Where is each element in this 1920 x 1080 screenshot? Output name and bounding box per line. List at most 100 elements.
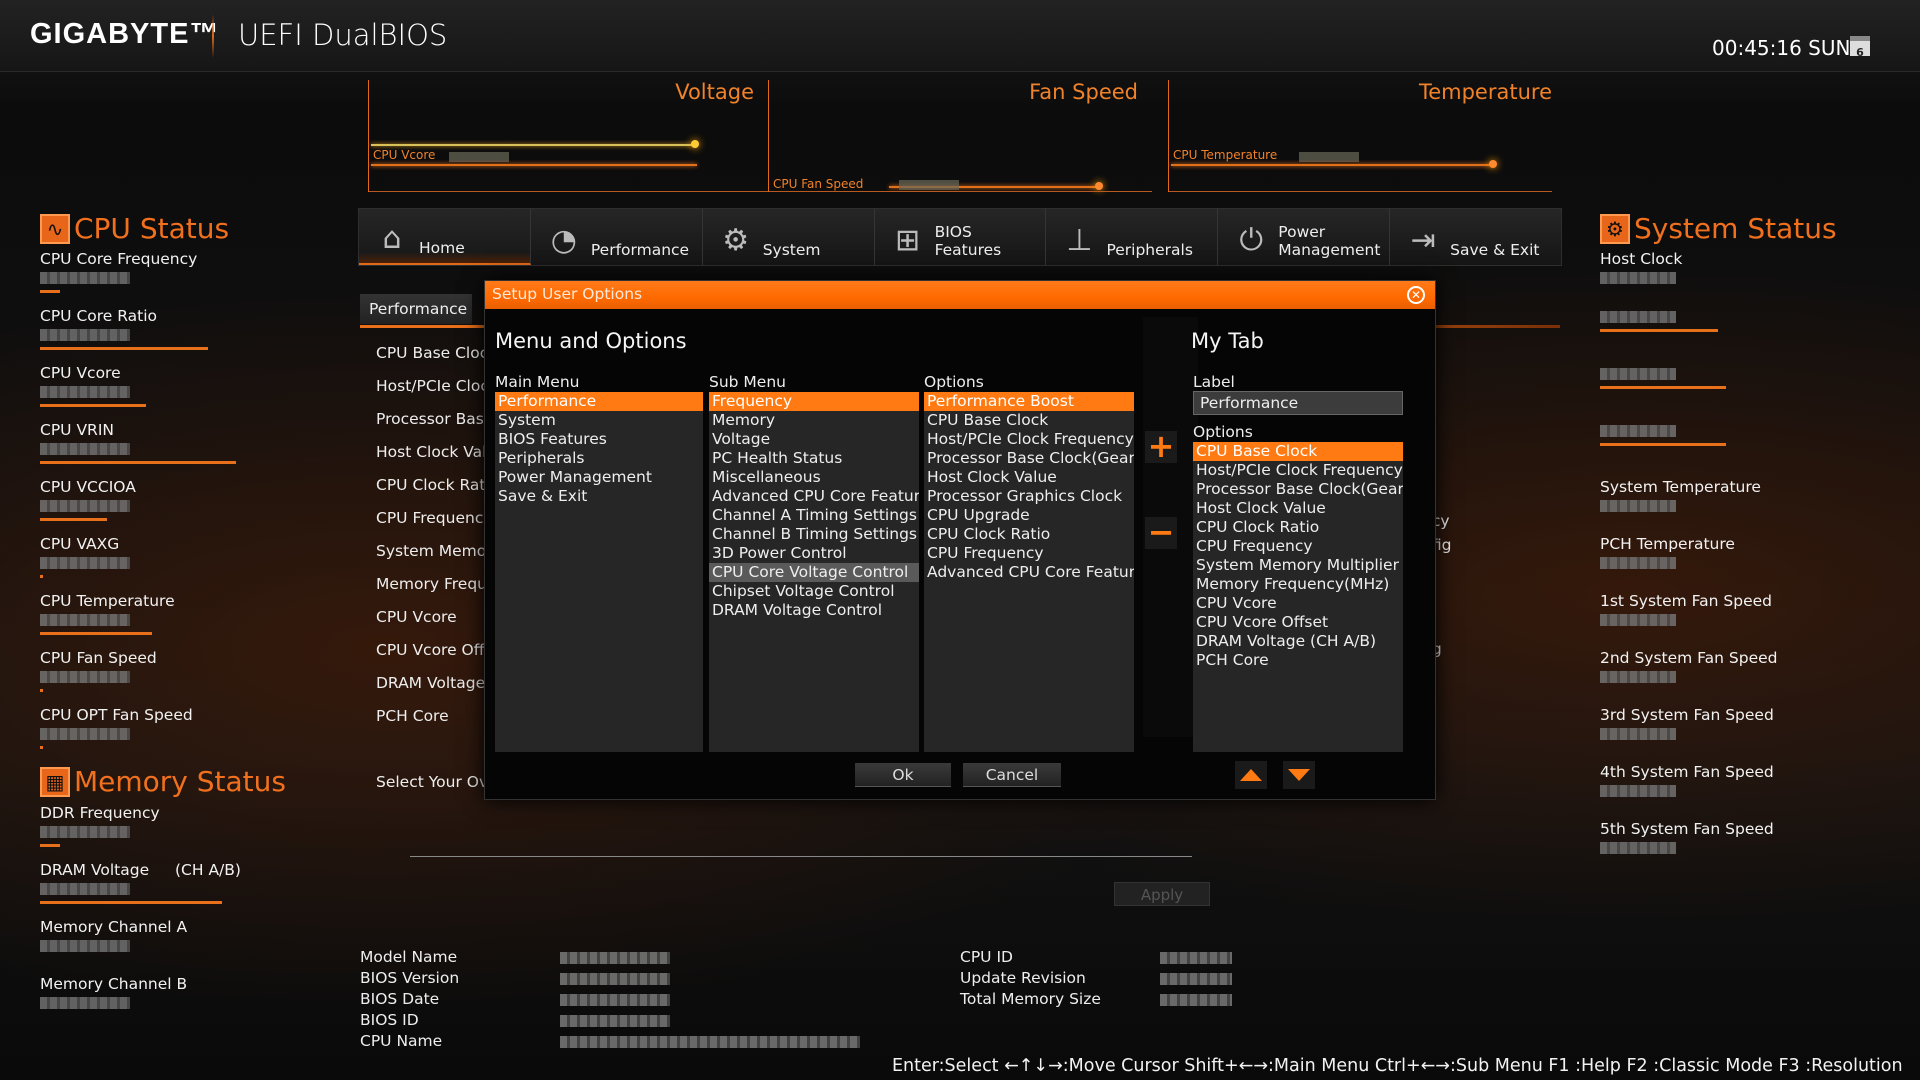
status-label: Host Clock [1600,250,1683,268]
list-item[interactable]: Save & Exit [495,487,703,506]
list-item[interactable]: Advanced CPU Core Features [924,563,1134,582]
status-item: CPU Temperature [40,592,270,635]
move-up-button[interactable] [1235,761,1267,789]
nav-system[interactable]: ⚙ System [703,209,875,265]
nav-save-exit[interactable]: ⇥ Save & Exit [1390,209,1561,265]
list-item[interactable]: CPU Vcore [1193,594,1403,613]
temperature-monitor-title: Temperature [1418,80,1552,104]
status-bar [1600,443,1726,446]
setting-row[interactable]: CPU Frequency [376,509,493,527]
list-item[interactable]: PCH Core [1193,651,1403,670]
list-item[interactable]: Host Clock Value [924,468,1134,487]
list-item[interactable]: CPU Clock Ratio [924,525,1134,544]
list-item[interactable]: CPU Core Voltage Control [709,563,919,582]
move-down-button[interactable] [1283,761,1315,789]
status-label: Memory Channel B [40,975,188,993]
nav-peripherals[interactable]: ⊥ Peripherals [1046,209,1219,265]
memory-status-title: Memory Status [74,765,286,798]
list-item[interactable]: BIOS Features [495,430,703,449]
ok-button[interactable]: Ok [855,763,951,787]
nav-power-management[interactable]: ⏻ Power Management [1218,209,1391,265]
sysinfo-value [560,952,670,964]
list-item[interactable]: CPU Base Clock [1193,442,1403,461]
list-item[interactable]: System [495,411,703,430]
setting-row[interactable]: PCH Core [376,707,449,725]
list-item[interactable]: Host Clock Value [1193,499,1403,518]
list-item[interactable]: Channel A Timing Settings [709,506,919,525]
list-item[interactable]: Memory Frequency(MHz) [1193,575,1403,594]
list-item[interactable]: CPU Frequency [1193,537,1403,556]
list-item[interactable]: Performance Boost [924,392,1134,411]
list-item[interactable]: Channel B Timing Settings [709,525,919,544]
list-item[interactable]: System Memory Multiplier [1193,556,1403,575]
setting-row[interactable]: Processor Bas [376,410,484,428]
setting-row[interactable]: CPU Clock Rati [376,476,490,494]
options-list[interactable]: Performance Boost CPU Base Clock Host/PCIe… [924,392,1134,752]
sysinfo-value [560,973,670,985]
list-item[interactable]: Frequency [709,392,919,411]
list-item[interactable]: CPU Upgrade [924,506,1134,525]
close-icon[interactable]: ✕ [1407,286,1425,304]
list-item[interactable]: Chipset Voltage Control [709,582,919,601]
sysinfo-value [1160,994,1232,1006]
setting-row[interactable]: Host Clock Val [376,443,486,461]
list-item[interactable]: PC Health Status [709,449,919,468]
list-item[interactable]: Processor Base Clock(Gear Ratio) [1193,480,1403,499]
setting-row[interactable]: Host/PCIe Cloc [376,377,489,395]
status-label: 2nd System Fan Speed [1600,649,1778,667]
status-bar [40,575,43,578]
setting-row[interactable]: DRAM Voltage [376,674,485,692]
temperature-line [1171,164,1495,166]
setting-row[interactable]: CPU Vcore [376,608,457,626]
list-item[interactable]: CPU Frequency [924,544,1134,563]
my-tab-label-input[interactable]: Performance [1193,391,1403,415]
list-item[interactable]: Host/PCIe Clock Frequency [1193,461,1403,480]
power-icon: ⏻ [1239,222,1264,258]
status-item: DDR Frequency [40,804,270,847]
memory-status-heading: ▦ Memory Status [40,765,286,798]
list-item[interactable]: Processor Base Clock(Gear Ratio) [924,449,1134,468]
nav-performance[interactable]: ◔ Performance [531,209,703,265]
list-item[interactable]: Miscellaneous [709,468,919,487]
status-value [40,557,130,569]
setting-row[interactable]: CPU Base Cloc [376,344,488,362]
setting-row[interactable]: System Memor [376,542,493,560]
list-item[interactable]: DRAM Voltage Control [709,601,919,620]
main-menu-list[interactable]: Performance System BIOS Features Peripheral… [495,392,703,752]
connector-icon: ⊥ [1066,222,1093,258]
list-item[interactable]: Processor Graphics Clock [924,487,1134,506]
add-option-button[interactable]: + [1145,430,1177,463]
setting-row[interactable]: CPU Vcore Off [376,641,484,659]
status-item: Host Clock [1600,250,1840,293]
list-item[interactable]: DRAM Voltage (CH A/B) [1193,632,1403,651]
list-item[interactable]: CPU Clock Ratio [1193,518,1403,537]
fan-monitor: Fan Speed CPU Fan Speed [768,80,1152,192]
subtab-performance[interactable]: Performance [360,294,472,324]
list-item[interactable]: Memory [709,411,919,430]
dialog-titlebar: Setup User Options [485,281,1435,309]
status-bar [1600,329,1718,332]
remove-option-button[interactable]: − [1145,516,1177,549]
temperature-baseline [1169,191,1552,192]
setting-row[interactable]: Memory Frequ [376,575,487,593]
status-value [40,940,130,952]
list-item[interactable]: Advanced CPU Core Features [709,487,919,506]
list-item[interactable]: Power Management [495,468,703,487]
status-value [40,883,130,895]
sub-menu-list[interactable]: Frequency Memory Voltage PC Health Status Mi… [709,392,919,752]
nav-bios-features[interactable]: ⊞ BIOS Features [875,209,1047,265]
list-item[interactable]: Performance [495,392,703,411]
list-item[interactable]: Voltage [709,430,919,449]
cancel-button[interactable]: Cancel [963,763,1061,787]
list-item[interactable]: CPU Base Clock [924,411,1134,430]
apply-button[interactable]: Apply [1114,882,1210,906]
list-item[interactable]: CPU Vcore Offset [1193,613,1403,632]
status-value [40,500,130,512]
list-item[interactable]: Peripherals [495,449,703,468]
list-item[interactable]: Host/PCIe Clock Frequency [924,430,1134,449]
nav-home[interactable]: ⌂ Home [359,209,531,265]
sysinfo-label: CPU ID [960,948,1013,966]
memory-module-icon: ▦ [40,766,70,797]
my-tab-options-list[interactable]: CPU Base Clock Host/PCIe Clock Frequency P… [1193,442,1403,752]
list-item[interactable]: 3D Power Control [709,544,919,563]
